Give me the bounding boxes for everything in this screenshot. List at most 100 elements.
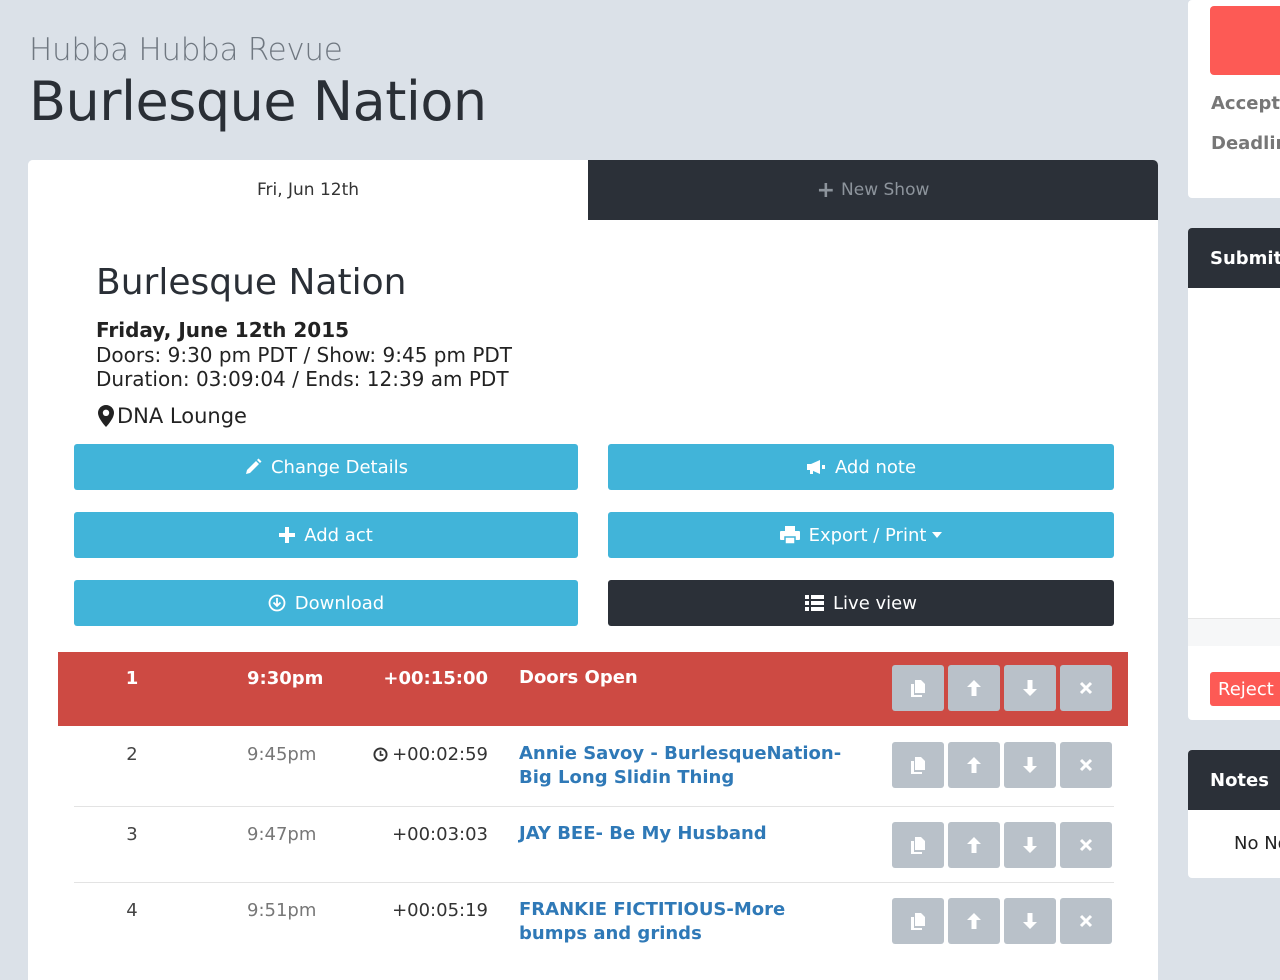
row-duration: +00:15:00 (383, 668, 488, 689)
live-view-button[interactable]: Live view (608, 580, 1114, 626)
panel-footer (1188, 618, 1280, 646)
clock-icon (373, 747, 388, 762)
deadline-label: Deadlin (1211, 133, 1280, 154)
submitted-header: Submitte (1188, 228, 1280, 288)
change-details-label: Change Details (270, 456, 409, 478)
tab-new-show[interactable]: + New Show (588, 160, 1158, 220)
move-down-button[interactable] (1004, 898, 1056, 944)
move-up-button[interactable] (948, 742, 1000, 788)
schedule-row[interactable]: 3 9:47pm +00:03:03 JAY BEE- Be My Husban… (58, 807, 1128, 883)
row-number: 3 (126, 824, 138, 845)
plus-icon: + (816, 177, 836, 203)
move-up-button[interactable] (948, 898, 1000, 944)
move-down-button[interactable] (1004, 742, 1056, 788)
duplicate-button[interactable] (892, 898, 944, 944)
map-marker-icon (98, 405, 114, 427)
row-duration-value: +00:02:59 (392, 744, 488, 765)
row-title[interactable]: Doors Open (519, 666, 849, 690)
download-icon (268, 594, 286, 612)
show-times: Doors: 9:30 pm PDT / Show: 9:45 pm PDT (96, 343, 512, 367)
close-icon (1079, 758, 1093, 772)
submission-status-panel: Acceptin Deadlin (1188, 0, 1280, 198)
submitted-panel: Submitte Reject S (1188, 228, 1280, 720)
pencil-icon (244, 458, 262, 476)
row-time: 9:45pm (247, 744, 317, 765)
show-card: Fri, Jun 12th + New Show Burlesque Natio… (28, 160, 1158, 980)
move-down-button[interactable] (1004, 822, 1056, 868)
copy-icon (911, 837, 925, 854)
row-title[interactable]: Annie Savoy - BurlesqueNation- Big Long … (519, 742, 849, 790)
arrow-up-icon (967, 913, 981, 929)
row-actions (892, 822, 1112, 868)
arrow-down-icon (1023, 757, 1037, 773)
copy-icon (911, 913, 925, 930)
chevron-down-icon (932, 532, 943, 538)
arrow-up-icon (967, 680, 981, 696)
plus-icon (279, 527, 296, 543)
accepting-label: Acceptin (1211, 93, 1280, 114)
notes-panel: Notes No No (1188, 750, 1280, 878)
arrow-down-icon (1023, 913, 1037, 929)
row-duration: +00:05:19 (392, 900, 488, 921)
row-number: 2 (126, 744, 138, 765)
page-title: Burlesque Nation (29, 70, 487, 133)
show-venue: DNA Lounge (98, 404, 247, 428)
add-act-label: Add act (304, 524, 373, 546)
move-down-button[interactable] (1004, 665, 1056, 711)
row-time: 9:51pm (247, 900, 317, 921)
bullhorn-icon (806, 459, 826, 475)
add-note-button[interactable]: Add note (608, 444, 1114, 490)
tab-new-show-label: New Show (841, 180, 930, 200)
close-icon (1079, 914, 1093, 928)
delete-button[interactable] (1060, 822, 1112, 868)
download-button[interactable]: Download (74, 580, 578, 626)
arrow-up-icon (967, 757, 981, 773)
schedule-row[interactable]: 4 9:51pm +00:05:19 FRANKIE FICTITIOUS-Mo… (58, 883, 1128, 963)
change-details-button[interactable]: Change Details (74, 444, 578, 490)
copy-icon (911, 680, 925, 697)
row-title[interactable]: JAY BEE- Be My Husband (519, 822, 849, 846)
tab-show-date[interactable]: Fri, Jun 12th (28, 160, 588, 220)
copy-icon (911, 757, 925, 774)
arrow-up-icon (967, 837, 981, 853)
schedule-row[interactable]: 2 9:45pm +00:02:59 Annie Savoy - Burlesq… (58, 726, 1128, 806)
live-view-label: Live view (833, 592, 917, 614)
move-up-button[interactable] (948, 665, 1000, 711)
download-label: Download (294, 592, 385, 614)
add-note-label: Add note (834, 456, 917, 478)
show-date: Friday, June 12th 2015 (96, 318, 350, 342)
row-duration: +00:02:59 (373, 744, 488, 765)
arrow-down-icon (1023, 837, 1037, 853)
delete-button[interactable] (1060, 742, 1112, 788)
row-actions (892, 665, 1112, 711)
delete-button[interactable] (1060, 665, 1112, 711)
move-up-button[interactable] (948, 822, 1000, 868)
notes-header: Notes (1188, 750, 1280, 810)
show-name: Burlesque Nation (96, 262, 407, 303)
export-print-button[interactable]: Export / Print (608, 512, 1114, 558)
close-icon (1079, 681, 1093, 695)
show-duration: Duration: 03:09:04 / Ends: 12:39 am PDT (96, 367, 509, 391)
venue-name: DNA Lounge (117, 404, 247, 428)
status-button[interactable] (1210, 6, 1280, 75)
duplicate-button[interactable] (892, 822, 944, 868)
add-act-button[interactable]: Add act (74, 512, 578, 558)
row-number: 4 (126, 900, 138, 921)
reject-button[interactable]: Reject S (1210, 672, 1280, 706)
row-number: 1 (125, 668, 139, 689)
row-time: 9:30pm (247, 668, 324, 689)
list-icon (805, 595, 825, 611)
delete-button[interactable] (1060, 898, 1112, 944)
print-icon (779, 526, 800, 544)
notes-empty-text: No No (1234, 833, 1280, 854)
arrow-down-icon (1023, 680, 1037, 696)
duplicate-button[interactable] (892, 742, 944, 788)
row-actions (892, 898, 1112, 944)
duplicate-button[interactable] (892, 665, 944, 711)
schedule-row[interactable]: 1 9:30pm +00:15:00 Doors Open (58, 652, 1128, 726)
row-time: 9:47pm (247, 824, 317, 845)
row-duration: +00:03:03 (392, 824, 488, 845)
row-title[interactable]: FRANKIE FICTITIOUS-More bumps and grinds (519, 898, 849, 946)
export-print-label: Export / Print (808, 524, 927, 546)
row-actions (892, 742, 1112, 788)
